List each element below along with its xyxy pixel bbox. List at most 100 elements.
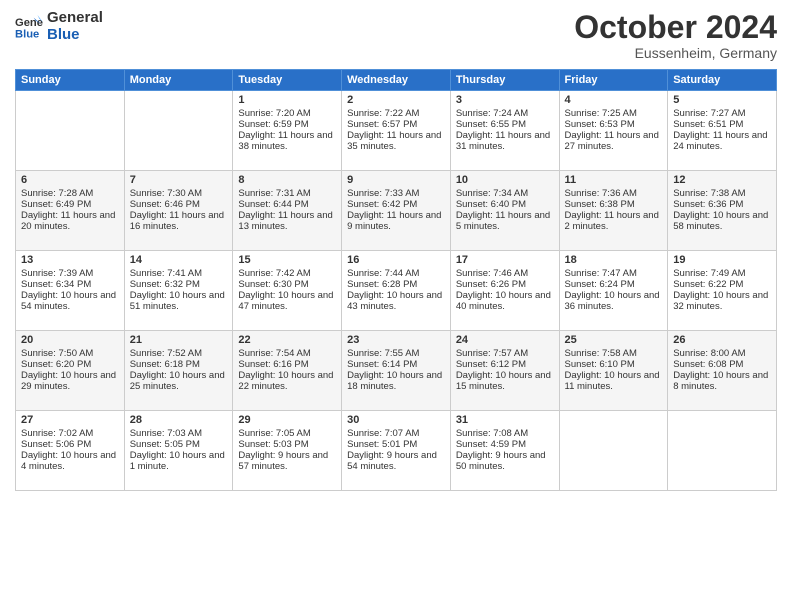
- cell-2-2: 15Sunrise: 7:42 AMSunset: 6:30 PMDayligh…: [233, 251, 342, 331]
- day-number: 28: [130, 414, 228, 426]
- cell-2-1: 14Sunrise: 7:41 AMSunset: 6:32 PMDayligh…: [124, 251, 233, 331]
- sunrise-text: Sunrise: 7:05 AM: [238, 428, 310, 439]
- day-number: 16: [347, 254, 445, 266]
- day-number: 3: [456, 94, 554, 106]
- sunset-text: Sunset: 6:28 PM: [347, 279, 417, 290]
- day-number: 6: [21, 174, 119, 186]
- sunrise-text: Sunrise: 8:00 AM: [673, 348, 745, 359]
- sunset-text: Sunset: 6:12 PM: [456, 359, 526, 370]
- sunset-text: Sunset: 6:53 PM: [565, 119, 635, 130]
- day-number: 10: [456, 174, 554, 186]
- sunrise-text: Sunrise: 7:55 AM: [347, 348, 419, 359]
- logo: General Blue General Blue: [15, 10, 103, 43]
- daylight-text: Daylight: 10 hours and 4 minutes.: [21, 450, 116, 472]
- sunset-text: Sunset: 6:30 PM: [238, 279, 308, 290]
- sunset-text: Sunset: 6:26 PM: [456, 279, 526, 290]
- day-number: 14: [130, 254, 228, 266]
- sunset-text: Sunset: 6:18 PM: [130, 359, 200, 370]
- week-row-3: 13Sunrise: 7:39 AMSunset: 6:34 PMDayligh…: [16, 251, 777, 331]
- sunrise-text: Sunrise: 7:52 AM: [130, 348, 202, 359]
- logo-blue: Blue: [47, 27, 103, 44]
- day-number: 15: [238, 254, 336, 266]
- day-number: 19: [673, 254, 771, 266]
- sunrise-text: Sunrise: 7:38 AM: [673, 188, 745, 199]
- col-saturday: Saturday: [668, 70, 777, 91]
- cell-4-0: 27Sunrise: 7:02 AMSunset: 5:06 PMDayligh…: [16, 411, 125, 491]
- sunrise-text: Sunrise: 7:39 AM: [21, 268, 93, 279]
- sunset-text: Sunset: 6:16 PM: [238, 359, 308, 370]
- cell-3-3: 23Sunrise: 7:55 AMSunset: 6:14 PMDayligh…: [342, 331, 451, 411]
- cell-4-5: [559, 411, 668, 491]
- daylight-text: Daylight: 11 hours and 2 minutes.: [565, 210, 659, 232]
- daylight-text: Daylight: 10 hours and 54 minutes.: [21, 290, 116, 312]
- day-number: 26: [673, 334, 771, 346]
- sunrise-text: Sunrise: 7:08 AM: [456, 428, 528, 439]
- svg-text:General: General: [15, 17, 43, 29]
- day-number: 13: [21, 254, 119, 266]
- day-number: 21: [130, 334, 228, 346]
- sunset-text: Sunset: 6:51 PM: [673, 119, 743, 130]
- day-number: 30: [347, 414, 445, 426]
- cell-1-6: 12Sunrise: 7:38 AMSunset: 6:36 PMDayligh…: [668, 171, 777, 251]
- day-number: 25: [565, 334, 663, 346]
- sunset-text: Sunset: 6:14 PM: [347, 359, 417, 370]
- day-number: 1: [238, 94, 336, 106]
- daylight-text: Daylight: 11 hours and 9 minutes.: [347, 210, 441, 232]
- sunrise-text: Sunrise: 7:50 AM: [21, 348, 93, 359]
- day-number: 5: [673, 94, 771, 106]
- week-row-2: 6Sunrise: 7:28 AMSunset: 6:49 PMDaylight…: [16, 171, 777, 251]
- sunrise-text: Sunrise: 7:58 AM: [565, 348, 637, 359]
- cell-1-1: 7Sunrise: 7:30 AMSunset: 6:46 PMDaylight…: [124, 171, 233, 251]
- cell-4-3: 30Sunrise: 7:07 AMSunset: 5:01 PMDayligh…: [342, 411, 451, 491]
- daylight-text: Daylight: 11 hours and 24 minutes.: [673, 130, 767, 152]
- title-block: October 2024 Eussenheim, Germany: [574, 10, 777, 61]
- daylight-text: Daylight: 11 hours and 5 minutes.: [456, 210, 550, 232]
- sunset-text: Sunset: 6:59 PM: [238, 119, 308, 130]
- header-row: Sunday Monday Tuesday Wednesday Thursday…: [16, 70, 777, 91]
- daylight-text: Daylight: 10 hours and 22 minutes.: [238, 370, 333, 392]
- daylight-text: Daylight: 11 hours and 38 minutes.: [238, 130, 332, 152]
- col-thursday: Thursday: [450, 70, 559, 91]
- location-subtitle: Eussenheim, Germany: [574, 45, 777, 61]
- cell-4-4: 31Sunrise: 7:08 AMSunset: 4:59 PMDayligh…: [450, 411, 559, 491]
- cell-4-2: 29Sunrise: 7:05 AMSunset: 5:03 PMDayligh…: [233, 411, 342, 491]
- daylight-text: Daylight: 10 hours and 36 minutes.: [565, 290, 660, 312]
- cell-2-0: 13Sunrise: 7:39 AMSunset: 6:34 PMDayligh…: [16, 251, 125, 331]
- sunrise-text: Sunrise: 7:03 AM: [130, 428, 202, 439]
- daylight-text: Daylight: 10 hours and 29 minutes.: [21, 370, 116, 392]
- cell-1-0: 6Sunrise: 7:28 AMSunset: 6:49 PMDaylight…: [16, 171, 125, 251]
- col-sunday: Sunday: [16, 70, 125, 91]
- daylight-text: Daylight: 11 hours and 20 minutes.: [21, 210, 115, 232]
- sunrise-text: Sunrise: 7:07 AM: [347, 428, 419, 439]
- daylight-text: Daylight: 9 hours and 54 minutes.: [347, 450, 437, 472]
- sunset-text: Sunset: 6:46 PM: [130, 199, 200, 210]
- daylight-text: Daylight: 10 hours and 40 minutes.: [456, 290, 551, 312]
- sunrise-text: Sunrise: 7:57 AM: [456, 348, 528, 359]
- calendar-table: Sunday Monday Tuesday Wednesday Thursday…: [15, 69, 777, 491]
- daylight-text: Daylight: 10 hours and 58 minutes.: [673, 210, 768, 232]
- cell-1-5: 11Sunrise: 7:36 AMSunset: 6:38 PMDayligh…: [559, 171, 668, 251]
- col-friday: Friday: [559, 70, 668, 91]
- cell-3-0: 20Sunrise: 7:50 AMSunset: 6:20 PMDayligh…: [16, 331, 125, 411]
- sunrise-text: Sunrise: 7:22 AM: [347, 108, 419, 119]
- sunrise-text: Sunrise: 7:36 AM: [565, 188, 637, 199]
- sunrise-text: Sunrise: 7:33 AM: [347, 188, 419, 199]
- header: General Blue General Blue October 2024 E…: [15, 10, 777, 61]
- sunset-text: Sunset: 6:55 PM: [456, 119, 526, 130]
- sunset-text: Sunset: 6:40 PM: [456, 199, 526, 210]
- cell-2-4: 17Sunrise: 7:46 AMSunset: 6:26 PMDayligh…: [450, 251, 559, 331]
- day-number: 4: [565, 94, 663, 106]
- sunset-text: Sunset: 6:24 PM: [565, 279, 635, 290]
- day-number: 7: [130, 174, 228, 186]
- daylight-text: Daylight: 10 hours and 32 minutes.: [673, 290, 768, 312]
- cell-4-1: 28Sunrise: 7:03 AMSunset: 5:05 PMDayligh…: [124, 411, 233, 491]
- daylight-text: Daylight: 10 hours and 1 minute.: [130, 450, 225, 472]
- sunrise-text: Sunrise: 7:44 AM: [347, 268, 419, 279]
- sunrise-text: Sunrise: 7:02 AM: [21, 428, 93, 439]
- cell-0-5: 4Sunrise: 7:25 AMSunset: 6:53 PMDaylight…: [559, 91, 668, 171]
- month-title: October 2024: [574, 10, 777, 45]
- svg-text:Blue: Blue: [15, 28, 39, 40]
- daylight-text: Daylight: 10 hours and 15 minutes.: [456, 370, 551, 392]
- daylight-text: Daylight: 10 hours and 8 minutes.: [673, 370, 768, 392]
- day-number: 27: [21, 414, 119, 426]
